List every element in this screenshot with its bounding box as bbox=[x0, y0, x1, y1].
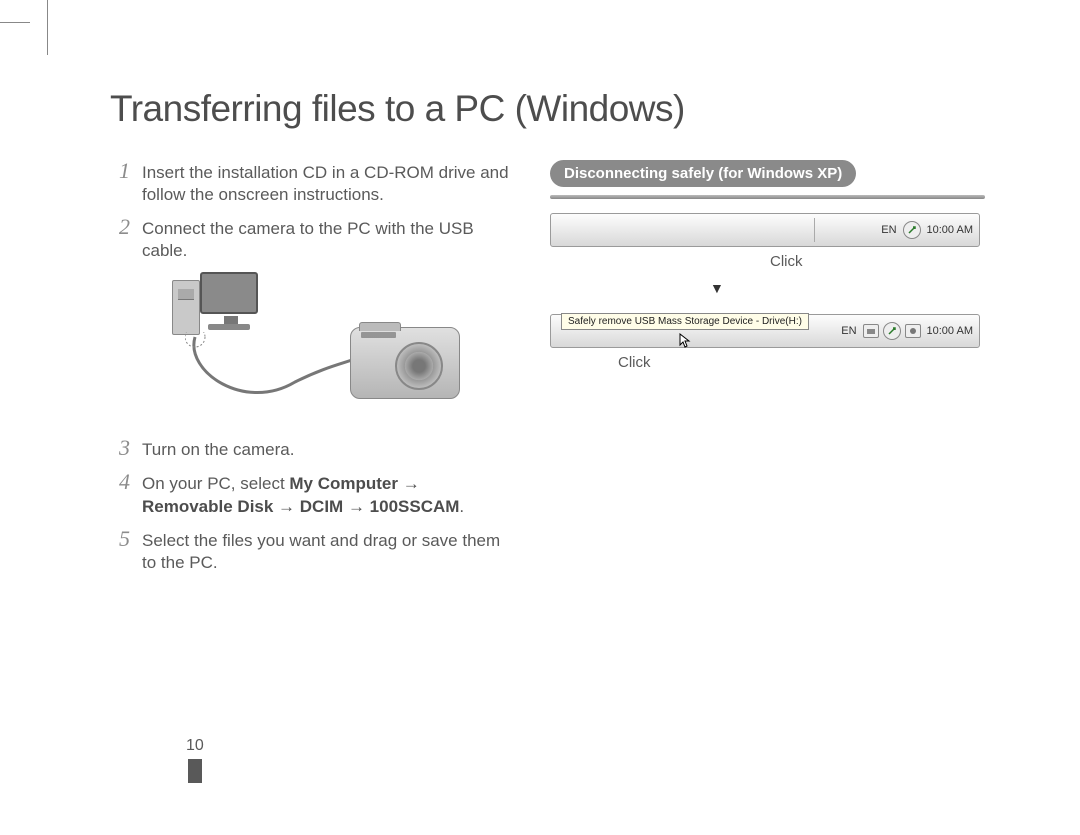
safely-remove-tooltip: Safely remove USB Mass Storage Device - … bbox=[561, 313, 809, 330]
page-number-text: 10 bbox=[186, 737, 204, 755]
step-4: 4 On your PC, select My Computer → Remov… bbox=[110, 471, 510, 517]
safely-remove-icon bbox=[903, 221, 921, 239]
step-5: 5 Select the files you want and drag or … bbox=[110, 528, 510, 574]
camera-brand-mark bbox=[361, 332, 396, 338]
click-label-1: Click bbox=[770, 253, 985, 270]
system-tray: EN 10:00 AM bbox=[879, 218, 975, 242]
step-4-suffix: . bbox=[459, 497, 464, 516]
step-number: 5 bbox=[110, 528, 130, 574]
pc-tower-icon bbox=[172, 280, 200, 335]
step-number: 1 bbox=[110, 160, 130, 206]
step-text: Connect the camera to the PC with the US… bbox=[142, 216, 510, 262]
language-indicator: EN bbox=[839, 325, 858, 337]
tray-time: 10:00 AM bbox=[925, 224, 975, 236]
step-text: On your PC, select My Computer → Removab… bbox=[142, 471, 510, 517]
usb-cable-icon bbox=[185, 332, 375, 402]
disconnect-column: Disconnecting safely (for Windows XP) EN… bbox=[550, 160, 985, 584]
step-number: 3 bbox=[110, 437, 130, 461]
page-crop-mark-v bbox=[47, 0, 48, 55]
step-1: 1 Insert the installation CD in a CD-ROM… bbox=[110, 160, 510, 206]
tray-generic-icon bbox=[863, 324, 879, 338]
disconnect-heading-pill: Disconnecting safely (for Windows XP) bbox=[550, 160, 856, 187]
camera-icon bbox=[350, 327, 460, 399]
tray-divider bbox=[814, 218, 815, 242]
monitor-base-icon bbox=[208, 324, 250, 330]
monitor-icon bbox=[200, 272, 258, 314]
page-number-bar bbox=[188, 759, 202, 783]
page-crop-mark-h bbox=[0, 22, 30, 23]
taskbar-screenshot-2-wrap: Safely remove USB Mass Storage Device - … bbox=[550, 314, 980, 371]
cursor-icon bbox=[679, 333, 693, 352]
step-text: Insert the installation CD in a CD-ROM d… bbox=[142, 160, 510, 206]
down-arrow-icon: ▼ bbox=[710, 280, 985, 296]
step-number: 4 bbox=[110, 471, 130, 517]
heading-underline bbox=[550, 195, 985, 199]
system-tray: EN 10:00 AM bbox=[839, 319, 975, 343]
tray-generic-icon-2 bbox=[905, 324, 921, 338]
taskbar-screenshot-1: EN 10:00 AM bbox=[550, 213, 980, 247]
step-3: 3 Turn on the camera. bbox=[110, 437, 510, 461]
page-content: Transferring files to a PC (Windows) 1 I… bbox=[110, 88, 1020, 584]
taskbar-screenshot-2: Safely remove USB Mass Storage Device - … bbox=[550, 314, 980, 348]
language-indicator: EN bbox=[879, 224, 898, 236]
step-2: 2 Connect the camera to the PC with the … bbox=[110, 216, 510, 262]
step-text: Turn on the camera. bbox=[142, 437, 294, 461]
page-title: Transferring files to a PC (Windows) bbox=[110, 88, 1020, 130]
illustration-pc-camera bbox=[150, 272, 460, 417]
page-number: 10 bbox=[186, 737, 204, 783]
tray-time: 10:00 AM bbox=[925, 325, 975, 337]
step-4-prefix: On your PC, select bbox=[142, 474, 289, 493]
safely-remove-icon bbox=[883, 322, 901, 340]
steps-column: 1 Insert the installation CD in a CD-ROM… bbox=[110, 160, 510, 584]
step-text: Select the files you want and drag or sa… bbox=[142, 528, 510, 574]
click-label-2: Click bbox=[618, 354, 980, 371]
step-number: 2 bbox=[110, 216, 130, 262]
